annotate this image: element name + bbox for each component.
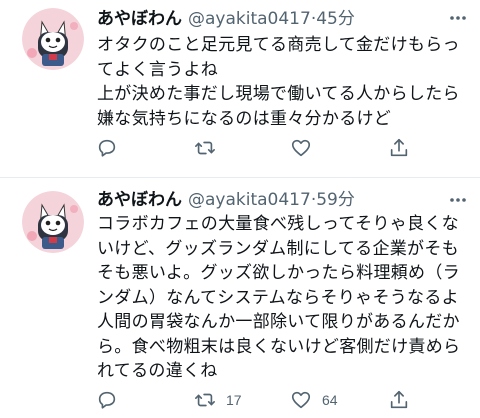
tweet-text-line: ら。食べ物粗末は良くないけど客側だけ責めら xyxy=(97,336,461,357)
like-button[interactable] xyxy=(290,133,322,163)
tweet-text-line: てよく言うよね xyxy=(97,59,219,80)
more-button[interactable] xyxy=(446,6,470,30)
retweet-button[interactable] xyxy=(194,133,226,163)
avatar[interactable] xyxy=(22,8,84,70)
tweet-text-line: 上が決めた事だし現場で働いてる人からしたら xyxy=(97,84,460,104)
tweet-text: コラボカフェの大量食べ残しってそりゃ良くな いけど、グッズランダム制にしてる企業… xyxy=(97,212,472,384)
reply-icon xyxy=(98,139,116,157)
tweet-text-line: オタクのこと足元見てる商売して金だけもらっ xyxy=(97,35,460,55)
more-button[interactable] xyxy=(446,188,470,212)
reply-button[interactable] xyxy=(96,385,128,415)
tweet-text-line: そも悪いよ。グッズ欲しかったら料理頼め（ラ xyxy=(97,263,460,283)
tweet-text-line: コラボカフェの大量食べ残しってそりゃ良くな xyxy=(97,214,459,234)
tweet-text-line: いけど、グッズランダム制にしてる企業がそも xyxy=(97,238,459,259)
tweet-header: あやぼわん @ayakita0417·59分 xyxy=(97,188,450,212)
more-icon xyxy=(450,16,466,20)
reply-icon xyxy=(98,391,116,409)
tweet[interactable]: あやぼわん @ayakita0417·59分 コラボカフェの大量食べ残しってそりゃ… xyxy=(0,177,480,418)
share-icon xyxy=(390,390,408,409)
heart-icon xyxy=(291,391,311,409)
retweet-icon xyxy=(195,141,215,155)
tweet-text-line: れてるの違くね xyxy=(97,361,218,381)
display-name[interactable]: あやぼわん xyxy=(97,9,182,29)
avatar[interactable] xyxy=(22,191,84,253)
display-name[interactable]: あやぼわん xyxy=(97,190,182,210)
handle[interactable]: @ayakita0417 xyxy=(188,190,311,210)
more-icon xyxy=(450,198,466,202)
timeline-feed: あやぼわん @ayakita0417·45分 オタクのこと足元見てる商売して金だけ… xyxy=(0,0,480,418)
reply-button[interactable] xyxy=(96,133,128,163)
handle[interactable]: @ayakita0417 xyxy=(188,9,311,29)
timestamp[interactable]: 45分 xyxy=(316,9,355,29)
tweet-text-line: 人間の胃袋なんか一部除いて限りがあるんだか xyxy=(97,312,460,332)
tweet[interactable]: あやぼわん @ayakita0417·45分 オタクのこと足元見てる商売して金だけ… xyxy=(0,0,480,176)
retweet-icon xyxy=(195,393,215,407)
like-button[interactable]: 64 xyxy=(290,385,338,415)
tweet-actions xyxy=(96,133,426,163)
heart-icon xyxy=(291,139,311,157)
retweet-button[interactable]: 17 xyxy=(194,385,242,415)
timestamp[interactable]: 59分 xyxy=(316,190,355,210)
share-button[interactable] xyxy=(388,385,410,415)
tweet-actions: 17 64 xyxy=(96,385,426,415)
share-button[interactable] xyxy=(388,133,410,163)
tweet-text-line: 嫌な気持ちになるのは重々分かるけど xyxy=(97,108,392,129)
retweet-count: 17 xyxy=(226,392,242,408)
share-icon xyxy=(390,138,408,157)
like-count: 64 xyxy=(322,392,338,408)
tweet-text-line: ンダム）なんてシステムならそりゃそうなるよ xyxy=(97,287,459,308)
tweet-header: あやぼわん @ayakita0417·45分 xyxy=(97,7,450,31)
tweet-text: オタクのこと足元見てる商売して金だけもらっ てよく言うよね 上が決めた事だし現場… xyxy=(97,33,472,131)
